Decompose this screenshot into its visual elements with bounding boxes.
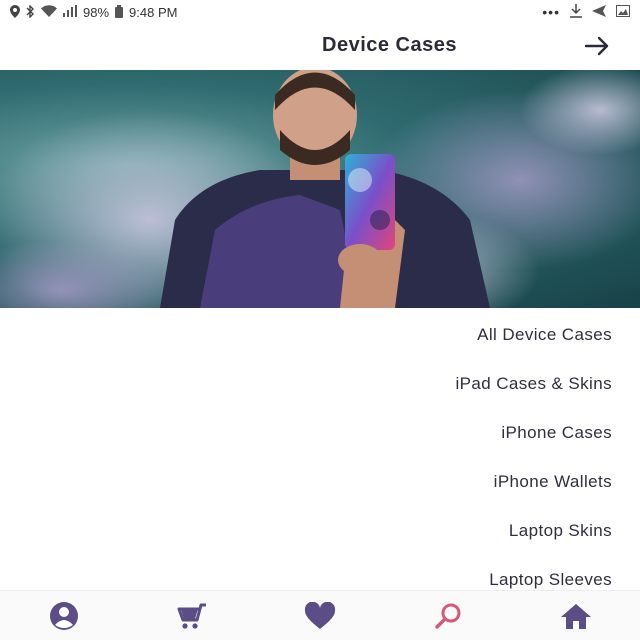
send-icon [592,5,606,19]
signal-icon [63,5,77,19]
category-list: All Device Cases iPad Cases & Skins iPho… [0,310,640,604]
status-bar: 98% 9:48 PM ••• [0,0,640,24]
bluetooth-icon [26,3,35,20]
nav-account[interactable] [34,594,94,638]
wifi-icon [41,5,57,19]
nav-home[interactable] [546,594,606,638]
nav-favorites[interactable] [290,594,350,638]
back-button[interactable] [582,32,612,60]
category-item-iphone-wallets[interactable]: iPhone Wallets [0,457,640,506]
heart-icon [304,601,336,629]
battery-percent: 98% [83,4,110,20]
location-icon [10,4,20,20]
category-item-laptop-skins[interactable]: Laptop Skins [0,506,640,555]
home-icon [561,603,591,629]
account-icon [50,601,78,630]
arrow-back-icon [584,36,609,56]
nav-search[interactable] [418,594,478,638]
hero-image [0,70,640,308]
hero-banner[interactable] [0,70,640,308]
header: Device Cases [0,24,640,68]
image-icon [616,5,630,19]
category-item-iphone-cases[interactable]: iPhone Cases [0,408,640,457]
battery-icon [115,4,124,20]
cart-icon [177,603,206,629]
search-icon [435,603,461,629]
page-title: Device Cases [322,34,457,56]
more-icon: ••• [542,4,560,20]
category-item-all-device-cases[interactable]: All Device Cases [0,310,640,359]
status-time: 9:48 PM [129,4,178,20]
download-icon [570,4,582,20]
status-left: 98% 9:48 PM [10,3,178,20]
bottom-nav [0,590,640,640]
nav-cart[interactable] [162,594,222,638]
status-right: ••• [542,4,630,20]
category-item-ipad-cases-skins[interactable]: iPad Cases & Skins [0,359,640,408]
